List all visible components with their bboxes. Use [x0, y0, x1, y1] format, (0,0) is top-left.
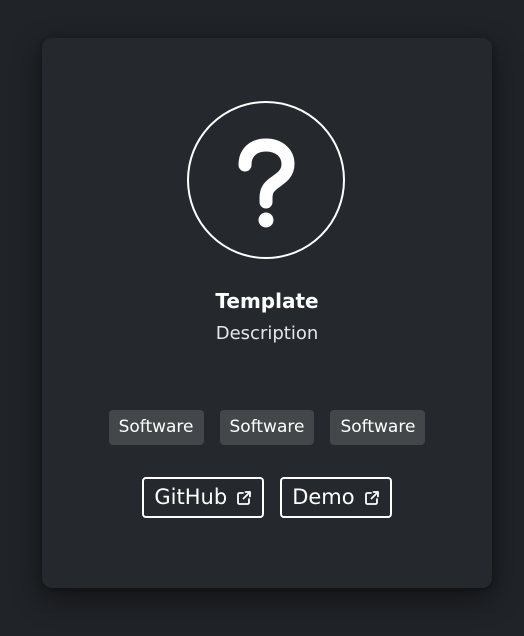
- tag-badge: Software: [108, 410, 204, 445]
- tag-badge: Software: [330, 410, 426, 445]
- external-link-icon: [236, 490, 252, 506]
- link-buttons: GitHub Demo: [42, 477, 492, 518]
- github-link-button[interactable]: GitHub: [142, 477, 265, 518]
- card-description: Description: [215, 323, 319, 344]
- avatar: [187, 101, 345, 259]
- demo-link-button[interactable]: Demo: [280, 477, 392, 518]
- demo-link-label: Demo: [292, 485, 355, 509]
- github-link-label: GitHub: [154, 485, 228, 509]
- external-link-icon: [364, 490, 380, 506]
- tag-badge: Software: [219, 410, 315, 445]
- card-title: Template: [215, 289, 319, 313]
- question-mark-icon: [238, 138, 295, 228]
- project-card: Template Description Software Software S…: [42, 38, 492, 588]
- tag-list: Software Software Software: [42, 410, 492, 445]
